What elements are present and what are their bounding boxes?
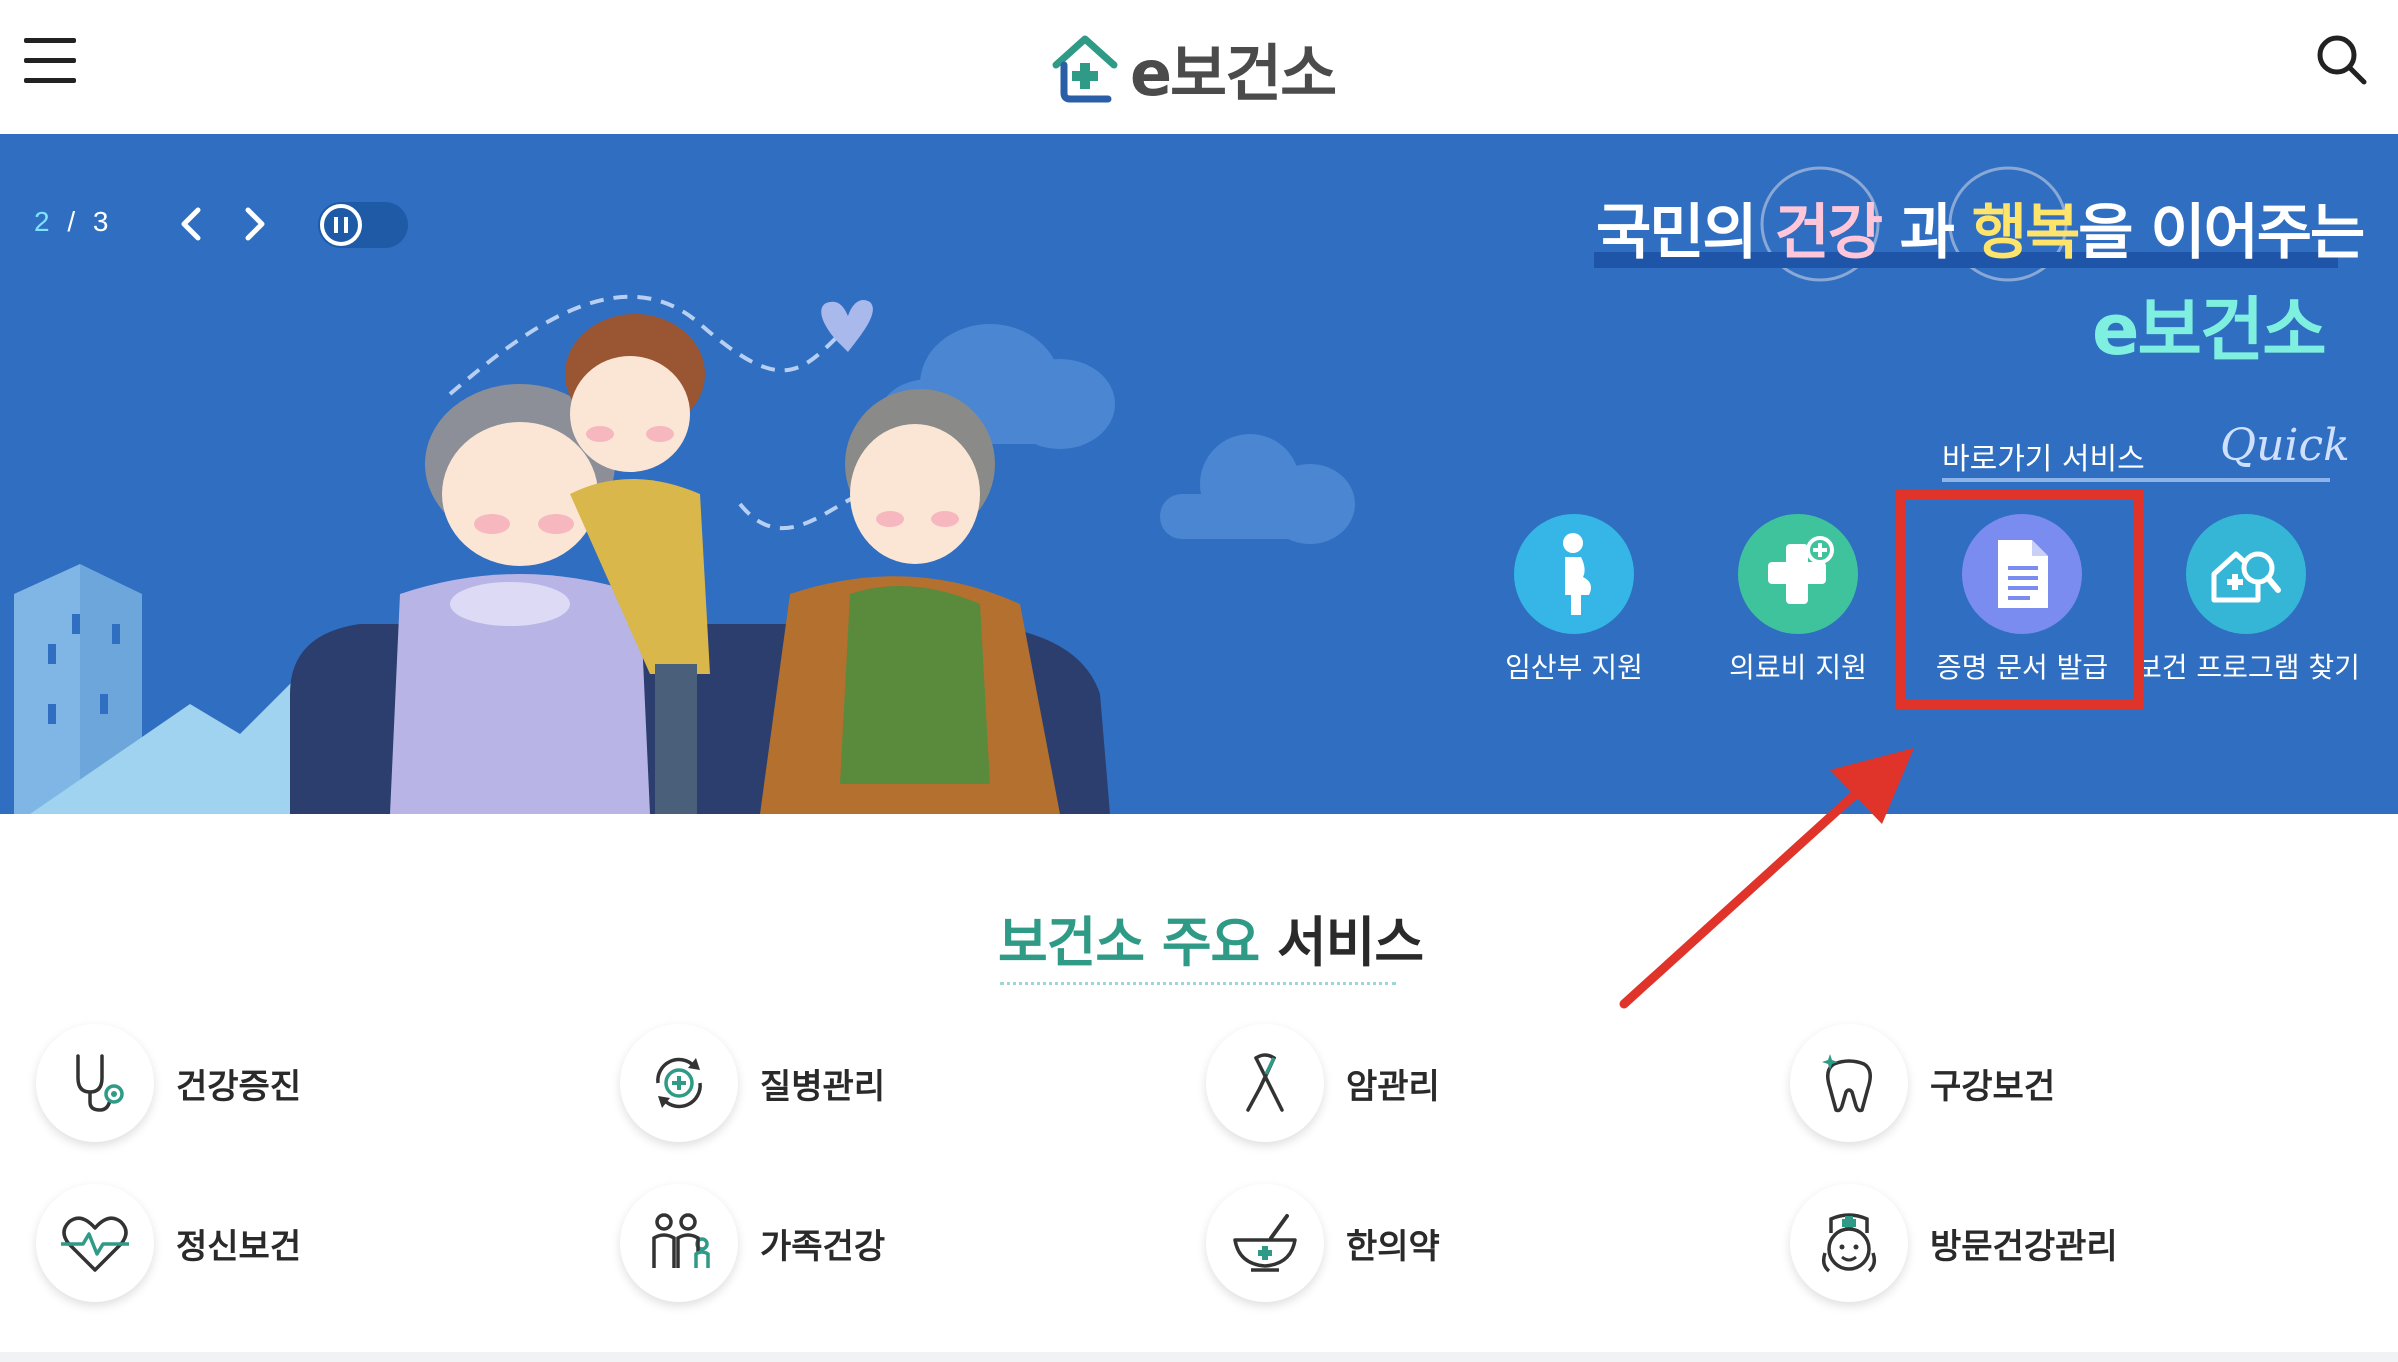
slide-counter: 2 / 3 bbox=[34, 206, 109, 238]
hamburger-menu-icon[interactable] bbox=[24, 38, 80, 84]
quick-medical-support[interactable]: 의료비 지원 bbox=[1688, 514, 1908, 686]
hero-title-part1: 국민의 bbox=[1596, 198, 1758, 268]
family-icon bbox=[620, 1184, 738, 1302]
slide-current: 2 bbox=[34, 206, 50, 237]
service-korean-medicine[interactable]: 한의약 bbox=[1206, 1184, 1440, 1302]
hero-title-happiness: 행복 bbox=[1971, 198, 2080, 268]
quick-item-label: 보건 프로그램 찾기 bbox=[2136, 651, 2360, 684]
search-icon[interactable] bbox=[2312, 30, 2372, 90]
nurse-icon bbox=[1790, 1184, 1908, 1302]
service-family-health[interactable]: 가족건강 bbox=[620, 1184, 885, 1302]
pregnant-woman-icon bbox=[1514, 514, 1634, 634]
prev-slide-icon[interactable] bbox=[172, 202, 212, 246]
service-disease-management[interactable]: 질병관리 bbox=[620, 1024, 885, 1142]
section-title: 보건소 주요 서비스 bbox=[998, 898, 1424, 977]
section-title-dark: 서비스 bbox=[1277, 911, 1424, 974]
hero-banner: 2 / 3 국민의 건강 과 행복을 이어주는 e보건소 바로가기 서비스 Qu… bbox=[0, 134, 2398, 814]
highlight-annotation-box bbox=[1896, 490, 2144, 710]
heartbeat-icon bbox=[36, 1184, 154, 1302]
disease-cycle-icon bbox=[620, 1024, 738, 1142]
service-label: 가족건강 bbox=[760, 1226, 886, 1267]
mortar-bowl-icon bbox=[1206, 1184, 1324, 1302]
pause-icon[interactable] bbox=[320, 204, 362, 246]
bottom-strip bbox=[0, 1352, 2398, 1362]
service-label: 암관리 bbox=[1346, 1066, 1440, 1107]
site-header: e보건소 bbox=[0, 0, 2398, 134]
logo-text: e보건소 bbox=[1130, 37, 1337, 110]
service-label: 방문건강관리 bbox=[1930, 1226, 2118, 1267]
hero-title-health: 건강 bbox=[1774, 198, 1883, 268]
medical-plus-icon bbox=[1738, 514, 1858, 634]
service-mental-health[interactable]: 정신보건 bbox=[36, 1184, 301, 1302]
service-oral-health[interactable]: 구강보건 bbox=[1790, 1024, 2055, 1142]
quick-divider bbox=[1942, 478, 2330, 482]
quick-service-label: 바로가기 서비스 bbox=[1942, 442, 2145, 477]
next-slide-icon[interactable] bbox=[234, 202, 274, 246]
hero-title: 국민의 건강 과 행복을 이어주는 bbox=[1596, 184, 2365, 271]
stethoscope-icon bbox=[36, 1024, 154, 1142]
hero-title-part2: 과 bbox=[1899, 198, 1955, 268]
logo-house-icon bbox=[1052, 35, 1118, 103]
quick-script-text: Quick bbox=[2220, 420, 2350, 471]
quick-item-label: 의료비 지원 bbox=[1729, 651, 1867, 684]
service-cancer-management[interactable]: 암관리 bbox=[1206, 1024, 1440, 1142]
quick-pregnant-support[interactable]: 임산부 지원 bbox=[1464, 514, 1684, 686]
section-underline bbox=[1000, 982, 1396, 985]
cancer-ribbon-icon bbox=[1206, 1024, 1324, 1142]
service-health-promotion[interactable]: 건강증진 bbox=[36, 1024, 301, 1142]
service-label: 건강증진 bbox=[176, 1066, 302, 1107]
quick-item-label: 임산부 지원 bbox=[1505, 651, 1643, 684]
service-label: 정신보건 bbox=[176, 1226, 302, 1267]
slide-separator: / bbox=[67, 206, 76, 237]
section-title-green: 보건소 주요 bbox=[998, 911, 1260, 974]
hero-title-part3: 을 이어주는 bbox=[2078, 198, 2365, 268]
hero-subtitle: e보건소 bbox=[2092, 289, 2327, 371]
tooth-icon bbox=[1790, 1024, 1908, 1142]
site-logo[interactable]: e보건소 bbox=[1050, 18, 1337, 118]
service-label: 한의약 bbox=[1346, 1226, 1440, 1267]
service-label: 질병관리 bbox=[760, 1066, 886, 1107]
service-visiting-care[interactable]: 방문건강관리 bbox=[1790, 1184, 2118, 1302]
slide-total: 3 bbox=[92, 206, 109, 237]
program-search-icon bbox=[2186, 514, 2306, 634]
quick-program-search[interactable]: 보건 프로그램 찾기 bbox=[2136, 514, 2360, 686]
service-label: 구강보건 bbox=[1930, 1066, 2056, 1107]
